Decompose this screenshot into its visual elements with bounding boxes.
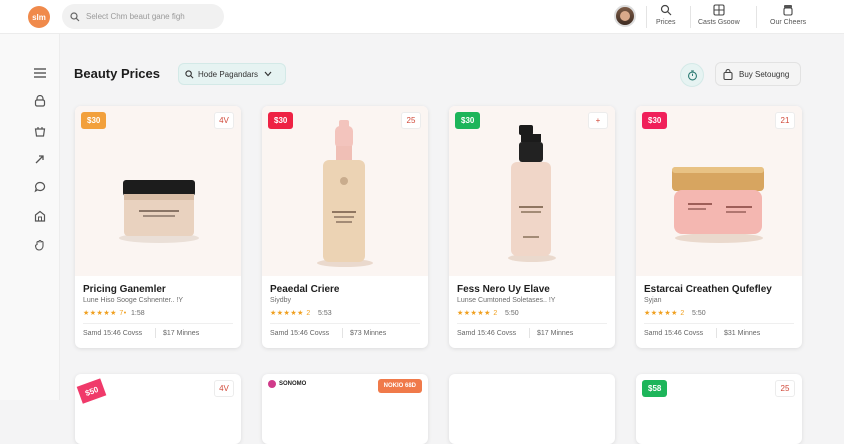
brand-label: SONOMO	[279, 381, 307, 387]
corner-badge[interactable]: 25	[775, 380, 795, 397]
meta-right: $73 Minnes	[350, 330, 387, 337]
meta-right: $17 Minnes	[537, 330, 574, 337]
basket-icon[interactable]	[33, 124, 47, 138]
corner-badge[interactable]: +	[588, 112, 608, 129]
product-card[interactable]: $30 + Fess Nero Uy Elave Lunse Cumtoned …	[449, 106, 615, 348]
meta-left: Samd 15:46 Covss	[83, 330, 143, 337]
search-icon	[185, 69, 194, 78]
price-badge: $58	[642, 380, 668, 397]
divider	[457, 323, 607, 324]
arrow-icon[interactable]	[33, 152, 47, 166]
filter-dropdown[interactable]: Hode Pagandars	[178, 63, 286, 85]
grid-icon	[712, 3, 726, 17]
divider	[83, 323, 233, 324]
nav-cheers[interactable]: Our Cheers	[770, 3, 806, 26]
filter-label: Hode Pagandars	[198, 69, 259, 79]
rating-count: 1:58	[131, 310, 145, 317]
search-placeholder: Select Chm beaut gane figh	[86, 12, 185, 21]
product-card[interactable]: SONOMO NOKIO 68D	[262, 374, 428, 444]
rating-stars: ★★★★★ 2	[644, 310, 685, 317]
meta-left: Samd 15:46 Covss	[644, 330, 704, 337]
brand-mark: SONOMO	[268, 380, 306, 388]
buy-label: Buy Setougng	[739, 69, 790, 79]
nav-casts[interactable]: Casts Gsoow	[698, 3, 740, 26]
price-badge: $30	[642, 112, 668, 129]
nav-prices-label: Prices	[656, 19, 676, 26]
nav-casts-label: Casts Gsoow	[698, 19, 740, 26]
product-card[interactable]: $58 25	[636, 374, 802, 444]
product-image	[75, 106, 241, 276]
promo-badge: NOKIO 68D	[377, 379, 422, 393]
product-card[interactable]	[449, 374, 615, 444]
price-badge: $30	[81, 112, 107, 129]
product-card[interactable]: $30 25 Peaedal Criere Siydby ★★★★★ 2 5:5…	[262, 106, 428, 348]
divider	[342, 328, 343, 338]
top-bar: slm Select Chm beaut gane figh Prices Ca…	[0, 0, 844, 34]
rating-count: 5:53	[318, 310, 332, 317]
product-card[interactable]: $30 4V Pricing Ganemler Lune Hiso Sooge …	[75, 106, 241, 348]
product-card[interactable]: $50 4V	[75, 374, 241, 444]
divider	[756, 6, 757, 28]
corner-badge[interactable]: 21	[775, 112, 795, 129]
rating-count: 5:50	[505, 310, 519, 317]
store-icon[interactable]	[33, 209, 47, 223]
divider	[270, 323, 420, 324]
divider	[690, 6, 691, 28]
avatar[interactable]	[614, 5, 636, 27]
product-image	[449, 106, 615, 276]
product-image	[636, 106, 802, 276]
app-logo[interactable]: slm	[28, 6, 50, 28]
meta-left: Samd 15:46 Covss	[270, 330, 330, 337]
meta-right: $17 Minnes	[163, 330, 200, 337]
divider	[529, 328, 530, 338]
sidebar	[0, 34, 60, 400]
rating-stars: ★★★★★ 2	[270, 310, 311, 317]
search-icon	[659, 3, 673, 17]
page-title: Beauty Prices	[74, 66, 160, 81]
main-content: Beauty Prices Hode Pagandars Buy Setougn…	[60, 34, 844, 444]
product-card[interactable]: $30 21 Estarcai Creathen Qufefley Syjan …	[636, 106, 802, 348]
buy-button[interactable]: Buy Setougng	[715, 62, 801, 86]
hand-icon[interactable]	[33, 238, 47, 252]
product-subtitle: Lune Hiso Sooge Cshnenter.. !Y	[83, 297, 184, 304]
divider	[155, 328, 156, 338]
product-name[interactable]: Peaedal Criere	[270, 284, 340, 295]
brand-dot	[268, 380, 276, 388]
price-badge: $30	[268, 112, 294, 129]
price-badge: $30	[455, 112, 481, 129]
chat-icon[interactable]	[33, 180, 47, 194]
product-name[interactable]: Fess Nero Uy Elave	[457, 284, 550, 295]
corner-badge[interactable]: 4V	[214, 380, 234, 397]
product-name[interactable]: Estarcai Creathen Qufefley	[644, 284, 772, 295]
nav-cheers-label: Our Cheers	[770, 19, 807, 26]
rating-count: 5:50	[692, 310, 706, 317]
search-input[interactable]: Select Chm beaut gane figh	[62, 4, 224, 29]
search-icon	[70, 11, 80, 21]
jar-icon	[781, 3, 795, 17]
product-subtitle: Lunse Cumtoned Soletases.. !Y	[457, 297, 556, 304]
lock-icon[interactable]	[33, 94, 47, 108]
product-name[interactable]: Pricing Ganemler	[83, 284, 166, 295]
product-subtitle: Siydby	[270, 297, 292, 304]
corner-badge[interactable]: 4V	[214, 112, 234, 129]
menu-icon[interactable]	[33, 66, 47, 80]
divider	[644, 323, 794, 324]
bag-icon	[723, 68, 733, 80]
timer-button[interactable]	[680, 63, 704, 87]
divider	[646, 6, 647, 28]
product-image	[262, 106, 428, 276]
nav-prices[interactable]: Prices	[656, 3, 675, 26]
timer-icon	[687, 69, 697, 80]
meta-left: Samd 15:46 Covss	[457, 330, 517, 337]
corner-badge[interactable]: 25	[401, 112, 421, 129]
meta-right: $31 Minnes	[724, 330, 761, 337]
product-subtitle: Syjan	[644, 297, 662, 304]
rating-stars: ★★★★★ 7•	[83, 310, 127, 317]
divider	[716, 328, 717, 338]
rating-stars: ★★★★★ 2	[457, 310, 498, 317]
chevron-down-icon	[264, 71, 272, 77]
